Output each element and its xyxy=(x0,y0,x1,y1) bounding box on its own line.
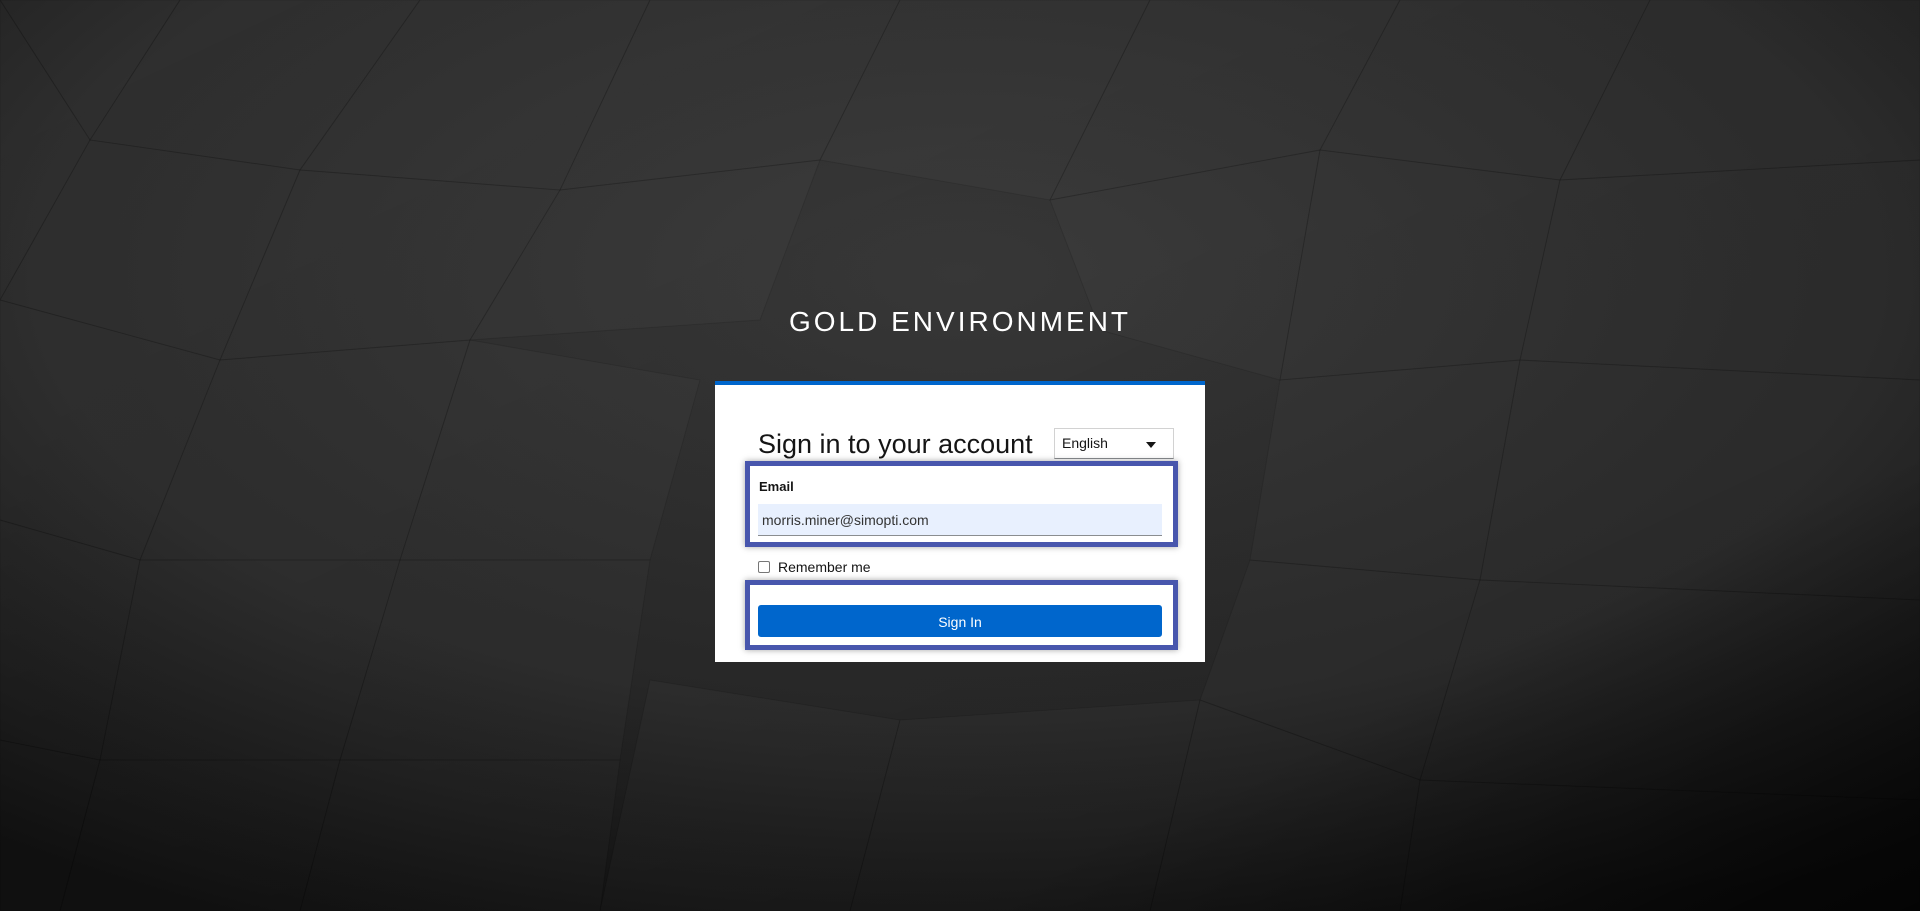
email-field[interactable] xyxy=(758,504,1162,536)
caret-down-icon xyxy=(1146,442,1156,448)
login-card: Sign in to your account English Email Re… xyxy=(715,381,1205,662)
login-heading: Sign in to your account xyxy=(758,429,1033,459)
remember-me-label[interactable]: Remember me xyxy=(778,559,871,575)
remember-me-checkbox[interactable] xyxy=(758,561,770,573)
realm-title: GOLD ENVIRONMENT xyxy=(788,306,1132,337)
email-label: Email xyxy=(759,479,794,494)
language-select-value: English xyxy=(1062,435,1108,451)
sign-in-button[interactable]: Sign In xyxy=(758,605,1162,637)
remember-me: Remember me xyxy=(758,559,871,575)
language-select[interactable]: English xyxy=(1054,428,1174,459)
